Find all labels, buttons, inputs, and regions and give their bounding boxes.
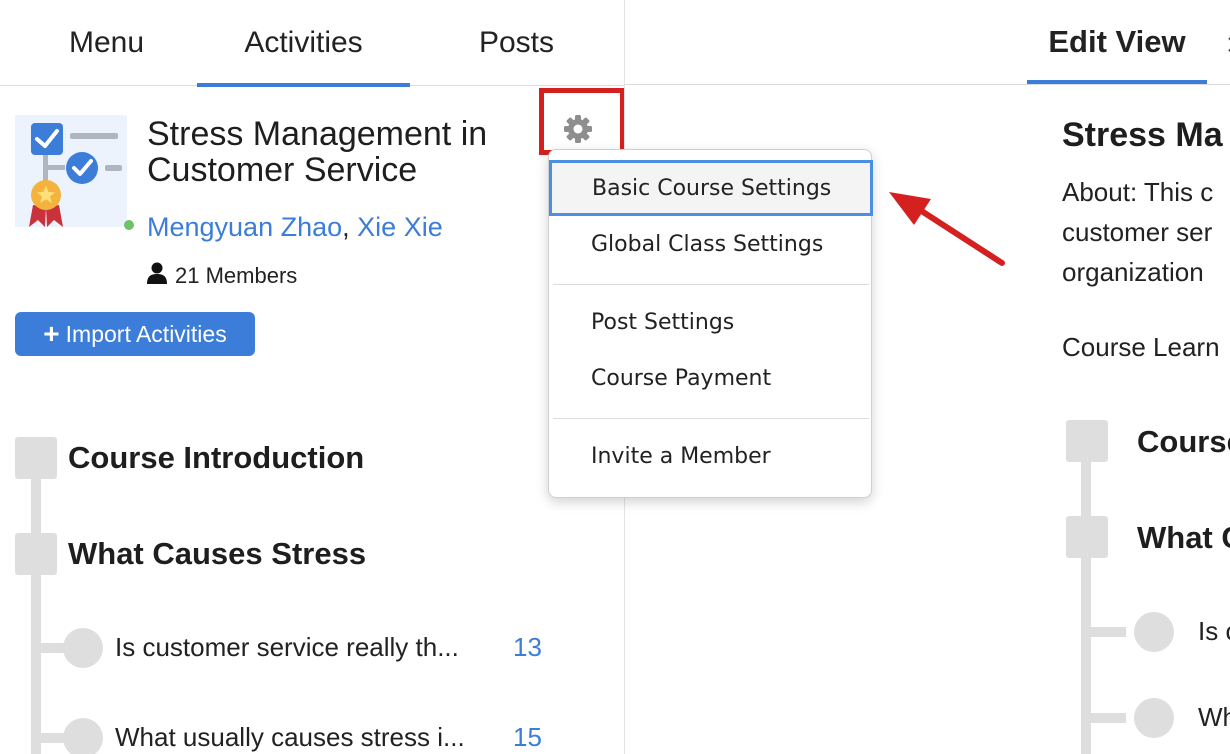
plus-icon: + — [43, 318, 60, 349]
section-title-course-introduction[interactable]: Course Introduction — [68, 440, 364, 476]
left-pane: Menu Activities Posts Stress Management … — [0, 0, 625, 754]
online-status-dot — [124, 220, 134, 230]
course-title: Stress Management in Customer Service — [147, 116, 547, 188]
right-tab-divider — [625, 84, 1230, 85]
activity-title[interactable]: Is customer service really th... — [115, 632, 459, 663]
menu-item-basic-course-settings[interactable]: Basic Course Settings — [549, 160, 873, 216]
left-tab-bar: Menu Activities Posts — [0, 0, 624, 87]
course-about-text: About: This c customer ser organization — [1062, 172, 1213, 292]
course-title-line-2: Customer Service — [147, 151, 418, 189]
menu-divider — [553, 418, 869, 419]
menu-item-invite-a-member[interactable]: Invite a Member — [549, 428, 871, 484]
import-activities-label: Import Activities — [65, 320, 227, 347]
timeline-line — [1081, 440, 1091, 754]
timeline-branch — [1086, 627, 1126, 637]
course-title-preview: Stress Ma — [1062, 116, 1223, 154]
activity-marker — [1134, 612, 1174, 652]
activity-marker — [63, 628, 103, 668]
activity-marker — [1134, 698, 1174, 738]
about-line-3: organization — [1062, 257, 1204, 287]
menu-item-global-class-settings[interactable]: Global Class Settings — [549, 216, 871, 272]
section-marker — [15, 533, 57, 575]
person-icon — [147, 262, 167, 290]
tab-activities[interactable]: Activities — [197, 0, 410, 87]
section-title-preview-1[interactable]: Course — [1137, 424, 1230, 460]
section-marker — [1066, 516, 1108, 558]
about-line-1: About: This c — [1062, 177, 1214, 207]
tab-posts[interactable]: Posts — [410, 0, 623, 86]
activity-marker — [63, 718, 103, 754]
activity-title-preview[interactable]: Wh — [1198, 702, 1230, 733]
gear-icon[interactable] — [563, 114, 593, 144]
section-title-preview-2[interactable]: What C — [1137, 520, 1230, 556]
menu-item-post-settings[interactable]: Post Settings — [549, 294, 871, 350]
menu-item-course-payment[interactable]: Course Payment — [549, 350, 871, 406]
course-title-line-1: Stress Management in — [147, 115, 488, 153]
instructor-link-2[interactable]: Xie Xie — [357, 212, 443, 242]
import-activities-button[interactable]: + Import Activities — [15, 312, 255, 356]
tab-menu[interactable]: Menu — [0, 0, 213, 86]
about-line-2: customer ser — [1062, 217, 1213, 247]
section-title-what-causes-stress[interactable]: What Causes Stress — [68, 536, 366, 572]
section-marker — [15, 437, 57, 479]
settings-dropdown-menu: Basic Course Settings Global Class Setti… — [548, 149, 873, 498]
timeline-branch — [1086, 713, 1126, 723]
activity-count[interactable]: 15 — [513, 722, 542, 753]
instructor-separator: , — [342, 212, 350, 242]
instructor-link-1[interactable]: Mengyuan Zhao — [147, 212, 342, 242]
members-label: 21 Members — [175, 263, 298, 288]
section-marker — [1066, 420, 1108, 462]
timeline-line — [31, 440, 41, 754]
activity-count[interactable]: 13 — [513, 632, 542, 663]
course-learning-heading: Course Learn — [1062, 332, 1220, 362]
tab-edit-view[interactable]: Edit View — [1027, 0, 1207, 84]
close-icon[interactable]: ✕ — [1225, 30, 1230, 61]
activity-title[interactable]: What usually causes stress i... — [115, 722, 465, 753]
members-count[interactable]: 21 Members — [147, 262, 297, 290]
checklist-certificate-icon — [15, 115, 127, 227]
activity-title-preview[interactable]: Is c — [1198, 616, 1230, 647]
menu-divider — [553, 284, 869, 285]
instructor-list: Mengyuan Zhao, Xie Xie — [147, 212, 443, 243]
